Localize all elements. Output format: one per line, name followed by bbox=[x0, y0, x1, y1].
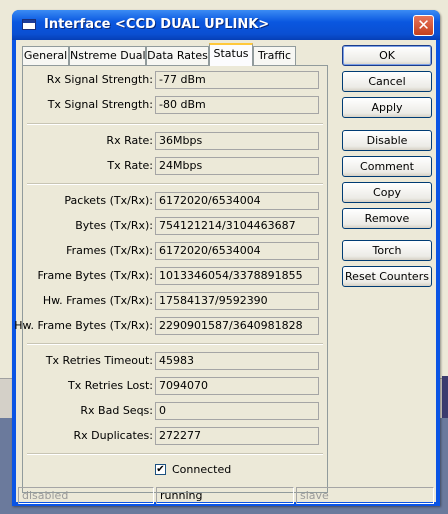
separator bbox=[27, 453, 323, 455]
status-state: disabled bbox=[18, 487, 154, 504]
rx-signal-strength-label: Rx Signal Strength: bbox=[46, 73, 153, 86]
separator bbox=[27, 123, 323, 125]
frame-bytes-value: 1013346054/3378891855 bbox=[155, 267, 319, 285]
tx-rate-row: Tx Rate: 24Mbps bbox=[23, 157, 329, 175]
disable-button[interactable]: Disable bbox=[342, 130, 432, 151]
comment-button[interactable]: Comment bbox=[342, 156, 432, 177]
tx-retries-timeout-row: Tx Retries Timeout: 45983 bbox=[23, 352, 329, 370]
rx-duplicates-row: Rx Duplicates: 272277 bbox=[23, 427, 329, 445]
packets-value: 6172020/6534004 bbox=[155, 192, 319, 210]
tab-general[interactable]: General bbox=[22, 46, 69, 65]
rx-bad-seqs-label: Rx Bad Seqs: bbox=[80, 404, 153, 417]
rx-signal-strength-value: -77 dBm bbox=[155, 71, 319, 89]
copy-button[interactable]: Copy bbox=[342, 182, 432, 203]
title-bar[interactable]: Interface <CCD DUAL UPLINK> ✕ bbox=[12, 10, 440, 40]
close-button[interactable]: ✕ bbox=[413, 15, 434, 36]
rx-rate-value: 36Mbps bbox=[155, 132, 319, 150]
dialog-client-area: General Nstreme Dual Data Rates Status T… bbox=[14, 40, 436, 504]
separator bbox=[27, 343, 323, 345]
ok-button[interactable]: OK bbox=[342, 45, 432, 66]
frames-value: 6172020/6534004 bbox=[155, 242, 319, 260]
frames-label: Frames (Tx/Rx): bbox=[66, 244, 153, 257]
frames-row: Frames (Tx/Rx): 6172020/6534004 bbox=[23, 242, 329, 260]
interface-dialog: Interface <CCD DUAL UPLINK> ✕ General Ns… bbox=[12, 10, 440, 506]
bytes-value: 754121214/3104463687 bbox=[155, 217, 319, 235]
tx-rate-value: 24Mbps bbox=[155, 157, 319, 175]
tx-retries-lost-value: 7094070 bbox=[155, 377, 319, 395]
hw-frame-bytes-row: Hw. Frame Bytes (Tx/Rx): 2290901587/3640… bbox=[14, 317, 329, 335]
tab-status[interactable]: Status bbox=[209, 43, 253, 66]
remove-button[interactable]: Remove bbox=[342, 208, 432, 229]
tab-traffic[interactable]: Traffic bbox=[253, 46, 296, 65]
apply-button[interactable]: Apply bbox=[342, 97, 432, 118]
separator bbox=[27, 183, 323, 185]
hw-frame-bytes-label: Hw. Frame Bytes (Tx/Rx): bbox=[14, 319, 153, 332]
reset-counters-button[interactable]: Reset Counters bbox=[342, 266, 432, 287]
hw-frames-label: Hw. Frames (Tx/Rx): bbox=[42, 294, 153, 307]
connected-checkbox[interactable]: ✔ bbox=[155, 464, 166, 475]
window-title: Interface <CCD DUAL UPLINK> bbox=[44, 17, 270, 32]
bytes-row: Bytes (Tx/Rx): 754121214/3104463687 bbox=[23, 217, 329, 235]
check-icon: ✔ bbox=[156, 464, 165, 475]
tab-nstreme-dual[interactable]: Nstreme Dual bbox=[69, 46, 146, 65]
background-scrollbar bbox=[442, 376, 448, 418]
close-icon: ✕ bbox=[417, 16, 430, 34]
rx-signal-strength-row: Rx Signal Strength: -77 dBm bbox=[23, 71, 329, 89]
packets-label: Packets (Tx/Rx): bbox=[64, 194, 153, 207]
rx-rate-row: Rx Rate: 36Mbps bbox=[23, 132, 329, 150]
tx-signal-strength-label: Tx Signal Strength: bbox=[47, 98, 153, 111]
rx-duplicates-label: Rx Duplicates: bbox=[73, 429, 154, 442]
bytes-label: Bytes (Tx/Rx): bbox=[75, 219, 153, 232]
tx-retries-timeout-label: Tx Retries Timeout: bbox=[45, 354, 153, 367]
rx-duplicates-value: 272277 bbox=[155, 427, 319, 445]
connected-row: ✔ Connected bbox=[23, 460, 329, 478]
torch-button[interactable]: Torch bbox=[342, 240, 432, 261]
tx-retries-lost-row: Tx Retries Lost: 7094070 bbox=[23, 377, 329, 395]
window-icon bbox=[22, 19, 36, 30]
tx-signal-strength-row: Tx Signal Strength: -80 dBm bbox=[23, 96, 329, 114]
tx-retries-timeout-value: 45983 bbox=[155, 352, 319, 370]
packets-row: Packets (Tx/Rx): 6172020/6534004 bbox=[23, 192, 329, 210]
frame-bytes-row: Frame Bytes (Tx/Rx): 1013346054/33788918… bbox=[23, 267, 329, 285]
status-slave: slave bbox=[296, 487, 434, 504]
status-bar: disabled running slave bbox=[18, 487, 434, 504]
frame-bytes-label: Frame Bytes (Tx/Rx): bbox=[37, 269, 153, 282]
rx-rate-label: Rx Rate: bbox=[106, 134, 153, 147]
connected-label: Connected bbox=[172, 463, 232, 476]
rx-bad-seqs-row: Rx Bad Seqs: 0 bbox=[23, 402, 329, 420]
cancel-button[interactable]: Cancel bbox=[342, 71, 432, 92]
tab-data-rates[interactable]: Data Rates bbox=[146, 46, 209, 65]
rx-bad-seqs-value: 0 bbox=[155, 402, 319, 420]
hw-frame-bytes-value: 2290901587/3640981828 bbox=[155, 317, 319, 335]
hw-frames-row: Hw. Frames (Tx/Rx): 17584137/9592390 bbox=[23, 292, 329, 310]
tx-rate-label: Tx Rate: bbox=[107, 159, 153, 172]
status-panel: Rx Signal Strength: -77 dBm Tx Signal St… bbox=[14, 65, 329, 493]
tx-retries-lost-label: Tx Retries Lost: bbox=[68, 379, 153, 392]
tx-signal-strength-value: -80 dBm bbox=[155, 96, 319, 114]
status-running: running bbox=[156, 487, 294, 504]
hw-frames-value: 17584137/9592390 bbox=[155, 292, 319, 310]
